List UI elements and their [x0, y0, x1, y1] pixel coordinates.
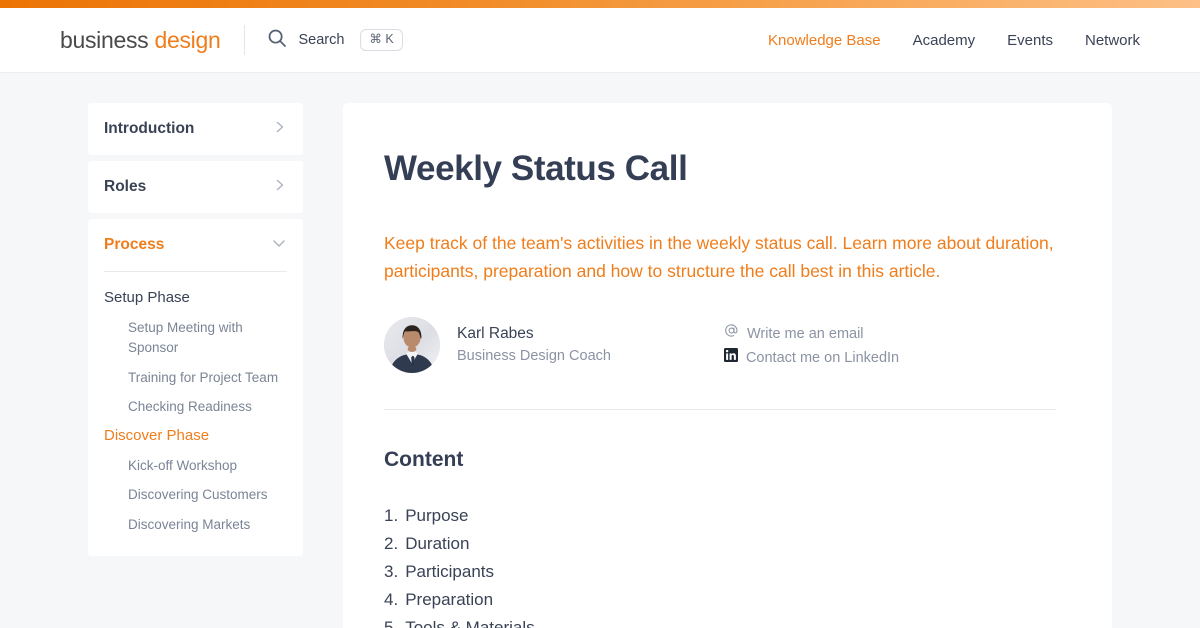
author-role: Business Design Coach: [457, 348, 611, 365]
sidebar-separator: [104, 271, 287, 272]
list-item[interactable]: 5. Tools & Materials: [384, 614, 1072, 628]
list-item[interactable]: 1. Purpose: [384, 502, 1072, 530]
linkedin-icon: [723, 348, 738, 369]
search-label: Search: [298, 32, 345, 48]
sidebar-section-introduction-header[interactable]: Introduction: [104, 103, 287, 155]
toc-number: 1.: [384, 506, 399, 526]
sidebar-item-setup-meeting-with-sponsor[interactable]: Setup Meeting with Sponsor: [104, 316, 287, 366]
sidebar-section-process-label: Process: [104, 236, 165, 253]
sidebar-section-introduction: Introduction: [88, 103, 303, 155]
contact-email-link[interactable]: Write me an email: [724, 323, 899, 345]
top-accent-bar: [0, 0, 1200, 8]
sidebar-section-process: Process Setup Phase Setup Meeting with S…: [88, 219, 303, 556]
article-card: Weekly Status Call Keep track of the tea…: [343, 103, 1112, 628]
main-nav: Knowledge Base Academy Events Network: [768, 32, 1140, 49]
search-shortcut-badge: ⌘ K: [360, 29, 403, 51]
chevron-down-icon: [271, 235, 287, 256]
site-header: business design Search ⌘ K Knowledge Bas…: [0, 8, 1200, 73]
toc-label: Tools & Materials: [405, 618, 535, 628]
page-body: Introduction Roles Process Setup Phase S…: [0, 73, 1200, 628]
list-item[interactable]: 3. Participants: [384, 558, 1072, 586]
nav-item-events[interactable]: Events: [1007, 32, 1053, 49]
toc-number: 5.: [384, 618, 399, 628]
toc-label: Participants: [405, 562, 495, 582]
content-divider: [384, 409, 1056, 411]
chevron-right-icon: [273, 178, 287, 197]
list-item[interactable]: 2. Duration: [384, 530, 1072, 558]
contact-email-label: Write me an email: [746, 325, 864, 342]
sidebar-phase-setup[interactable]: Setup Phase: [104, 286, 287, 316]
toc-number: 3.: [384, 562, 399, 582]
nav-item-knowledge-base[interactable]: Knowledge Base: [768, 32, 881, 49]
sidebar-item-training-for-project-team[interactable]: Training for Project Team: [104, 366, 287, 395]
sidebar-section-roles-label: Roles: [104, 178, 147, 195]
toc-number: 2.: [384, 534, 399, 554]
site-logo[interactable]: business design: [60, 26, 221, 54]
author-name: Karl Rabes: [457, 325, 534, 343]
search-button[interactable]: Search ⌘ K: [267, 28, 403, 53]
toc-label: Purpose: [405, 506, 469, 526]
chevron-right-icon: [273, 120, 287, 139]
sidebar-process-body: Setup Phase Setup Meeting with Sponsor T…: [104, 286, 287, 556]
logo-word-design: design: [154, 26, 221, 53]
list-item[interactable]: 4. Preparation: [384, 586, 1072, 614]
table-of-contents: 1. Purpose 2. Duration 3. Participants 4…: [384, 502, 1072, 628]
sidebar-item-discovering-markets[interactable]: Discovering Markets: [104, 513, 287, 542]
toc-number: 4.: [384, 590, 399, 610]
sidebar-item-checking-readiness[interactable]: Checking Readiness: [104, 395, 287, 424]
nav-item-academy[interactable]: Academy: [913, 32, 976, 49]
sidebar-nav: Introduction Roles Process Setup Phase S…: [88, 103, 303, 556]
search-icon: [267, 28, 287, 53]
toc-label: Preparation: [405, 590, 494, 610]
sidebar-item-kick-off-workshop[interactable]: Kick-off Workshop: [104, 454, 287, 483]
sidebar-section-roles-header[interactable]: Roles: [104, 161, 287, 213]
contact-linkedin-link[interactable]: Contact me on LinkedIn: [723, 348, 900, 369]
sidebar-phase-discover[interactable]: Discover Phase: [104, 424, 287, 454]
at-sign-icon: [724, 323, 739, 345]
sidebar-section-roles: Roles: [88, 161, 303, 213]
page-title: Weekly Status Call: [384, 149, 688, 188]
header-divider: [244, 25, 246, 55]
contact-linkedin-label: Contact me on LinkedIn: [745, 350, 900, 367]
logo-word-business: business: [60, 26, 149, 53]
avatar: [384, 317, 440, 374]
sidebar-section-process-header[interactable]: Process: [104, 219, 287, 271]
nav-item-network[interactable]: Network: [1085, 32, 1140, 49]
author-contacts: Write me an email Contact me on LinkedIn: [723, 321, 900, 369]
content-heading: Content: [384, 448, 464, 472]
toc-label: Duration: [405, 534, 470, 554]
author-text: Karl Rabes Business Design Coach: [457, 322, 611, 368]
article-lead: Keep track of the team's activities in t…: [384, 233, 1054, 282]
sidebar-section-introduction-label: Introduction: [104, 120, 195, 137]
sidebar-item-discovering-customers[interactable]: Discovering Customers: [104, 483, 287, 512]
author-row: Karl Rabes Business Design Coach Write m…: [384, 317, 1072, 374]
